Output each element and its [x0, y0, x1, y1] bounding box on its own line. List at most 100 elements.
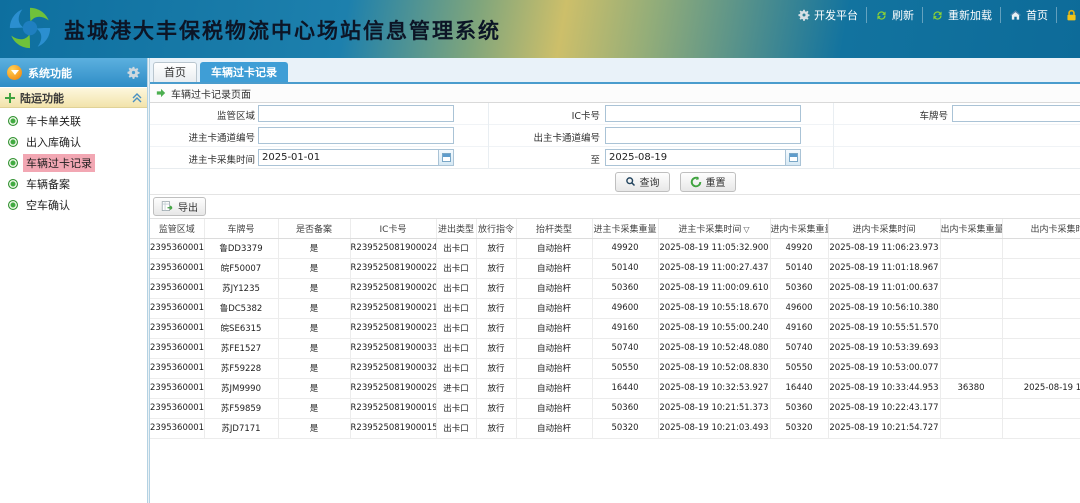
top-menu-item-home[interactable]: 首页: [1001, 7, 1057, 23]
tab-vehicle-pass-records[interactable]: 车辆过卡记录: [200, 62, 288, 82]
table-cell: [1002, 338, 1080, 358]
in-time-from-input[interactable]: [258, 149, 438, 166]
table-cell: 自动抬杆: [516, 238, 592, 258]
table-cell: 放行: [476, 338, 516, 358]
chevron-down-icon[interactable]: [7, 65, 22, 80]
column-header-8[interactable]: 进主卡采集时间▽: [658, 219, 770, 238]
table-row[interactable]: 2395360001苏FE1527是R239525081900033出卡口放行自…: [150, 338, 1080, 358]
in-channel-input[interactable]: [258, 127, 454, 144]
table-cell: 2025-08-19 10:21:54.727: [828, 418, 940, 438]
in-time-to-input[interactable]: [605, 149, 785, 166]
table-cell: [940, 398, 1002, 418]
reset-button[interactable]: 重置: [680, 172, 736, 192]
sidebar-item-3[interactable]: 车辆备案: [0, 173, 147, 194]
records-table: 监管区域车牌号是否备案IC卡号进出类型放行指令抬杆类型进主卡采集重量进主卡采集时…: [150, 219, 1080, 439]
table-cell: [940, 298, 1002, 318]
sidebar-header: 系统功能: [0, 58, 147, 87]
table-cell: 2395360001: [150, 278, 204, 298]
column-header-11[interactable]: 出内卡采集重量: [940, 219, 1002, 238]
table-cell: 自动抬杆: [516, 338, 592, 358]
table-cell: 49600: [592, 298, 658, 318]
table-cell: 2395360001: [150, 238, 204, 258]
table-cell: 49920: [770, 238, 828, 258]
calendar-icon[interactable]: [785, 149, 801, 166]
table-row[interactable]: 2395360001苏JD7171是R239525081900015出卡口放行自…: [150, 418, 1080, 438]
table-cell: 50140: [592, 258, 658, 278]
calendar-icon[interactable]: [438, 149, 454, 166]
table-cell: [1002, 258, 1080, 278]
sidebar-item-2[interactable]: 车辆过卡记录: [0, 152, 147, 173]
plate-input[interactable]: [952, 105, 1080, 122]
column-header-7[interactable]: 进主卡采集重量: [592, 219, 658, 238]
table-cell: [940, 418, 1002, 438]
table-cell: 皖SE6315: [204, 318, 278, 338]
query-button[interactable]: 查询: [615, 172, 670, 192]
gear-icon[interactable]: [127, 66, 140, 79]
table-row[interactable]: 2395360001皖F50007是R239525081900022出卡口放行自…: [150, 258, 1080, 278]
table-cell: 2025-08-19 11:01:00.637: [828, 278, 940, 298]
plus-icon: [5, 93, 15, 103]
table-cell: 2025-08-19 11:00:09.610: [658, 278, 770, 298]
table-cell: 2025-08-19 11:00:27.437: [658, 258, 770, 278]
table-row[interactable]: 2395360001皖SE6315是R239525081900023出卡口放行自…: [150, 318, 1080, 338]
sort-desc-icon: ▽: [743, 225, 749, 234]
tab-home[interactable]: 首页: [153, 62, 197, 82]
table-row[interactable]: 2395360001鲁DC5382是R239525081900021出卡口放行自…: [150, 298, 1080, 318]
table-cell: 50360: [770, 398, 828, 418]
table-row[interactable]: 2395360001苏JY1235是R239525081900020出卡口放行自…: [150, 278, 1080, 298]
table-header-row: 监管区域车牌号是否备案IC卡号进出类型放行指令抬杆类型进主卡采集重量进主卡采集时…: [150, 219, 1080, 238]
top-menu-item-refresh[interactable]: 刷新: [867, 7, 923, 23]
export-icon: [161, 200, 174, 213]
table-cell: 是: [278, 378, 350, 398]
table-row[interactable]: 2395360001苏F59859是R239525081900019出卡口放行自…: [150, 398, 1080, 418]
collapse-chevron-icon[interactable]: [132, 93, 142, 103]
table-cell: 2025-08-19 10:53:00.077: [828, 358, 940, 378]
lock-icon[interactable]: [1057, 7, 1080, 23]
table-cell: 2395360001: [150, 258, 204, 278]
table-cell: 是: [278, 298, 350, 318]
region-input[interactable]: [258, 105, 454, 122]
sidebar-section-landtransport[interactable]: 陆运功能: [0, 87, 147, 108]
column-header-1[interactable]: 车牌号: [204, 219, 278, 238]
table-cell: 2025-08-19 10:22:43.177: [828, 398, 940, 418]
table-cell: 自动抬杆: [516, 298, 592, 318]
query-form: 监管区域 IC卡号 车牌号 进主卡通道编号 出主卡通道编号 进主卡采集时间: [150, 103, 1080, 169]
export-button[interactable]: 导出: [153, 197, 206, 216]
table-cell: 2025-08-19 10:53:39.693: [828, 338, 940, 358]
app-header: 盐城港大丰保税物流中心场站信息管理系统 开发平台刷新重新加载首页: [0, 0, 1080, 58]
column-header-0[interactable]: 监管区域: [150, 219, 204, 238]
table-cell: 是: [278, 358, 350, 378]
table-cell: [1002, 238, 1080, 258]
column-header-9[interactable]: 进内卡采集重量: [770, 219, 828, 238]
table-cell: 苏JY1235: [204, 278, 278, 298]
table-cell: 出卡口: [436, 398, 476, 418]
column-header-3[interactable]: IC卡号: [350, 219, 436, 238]
tab-bar: 首页 车辆过卡记录: [150, 58, 1080, 84]
table-row[interactable]: 2395360001鲁DD3379是R239525081900024出卡口放行自…: [150, 238, 1080, 258]
column-header-2[interactable]: 是否备案: [278, 219, 350, 238]
table-cell: 16440: [770, 378, 828, 398]
table-row[interactable]: 2395360001苏F59228是R239525081900032出卡口放行自…: [150, 358, 1080, 378]
table-cell: [1002, 278, 1080, 298]
out-channel-input[interactable]: [605, 127, 801, 144]
table-cell: 2025-08-19 10:21:51.373: [658, 398, 770, 418]
table-cell: 50360: [770, 278, 828, 298]
sidebar-item-0[interactable]: 车卡单关联: [0, 110, 147, 131]
table-cell: 49160: [770, 318, 828, 338]
table-row[interactable]: 2395360001苏JM9990是R239525081900029进卡口放行自…: [150, 378, 1080, 398]
column-header-12[interactable]: 出内卡采集时间: [1002, 219, 1080, 238]
column-header-4[interactable]: 进出类型: [436, 219, 476, 238]
table-cell: [940, 358, 1002, 378]
column-header-10[interactable]: 进内卡采集时间: [828, 219, 940, 238]
table-cell: 是: [278, 238, 350, 258]
ic-card-input[interactable]: [605, 105, 801, 122]
top-menu-item-reload[interactable]: 重新加载: [923, 7, 1001, 23]
sidebar-item-4[interactable]: 空车确认: [0, 194, 147, 215]
sidebar-item-1[interactable]: 出入库确认: [0, 131, 147, 152]
top-menu-item-gear[interactable]: 开发平台: [790, 7, 867, 23]
table-cell: 2025-08-19 10:52:48.080: [658, 338, 770, 358]
column-header-6[interactable]: 抬杆类型: [516, 219, 592, 238]
column-header-5[interactable]: 放行指令: [476, 219, 516, 238]
main-content: 首页 车辆过卡记录 车辆过卡记录页面 监管区域 IC卡号 车牌号: [150, 58, 1080, 503]
table-cell: 放行: [476, 418, 516, 438]
